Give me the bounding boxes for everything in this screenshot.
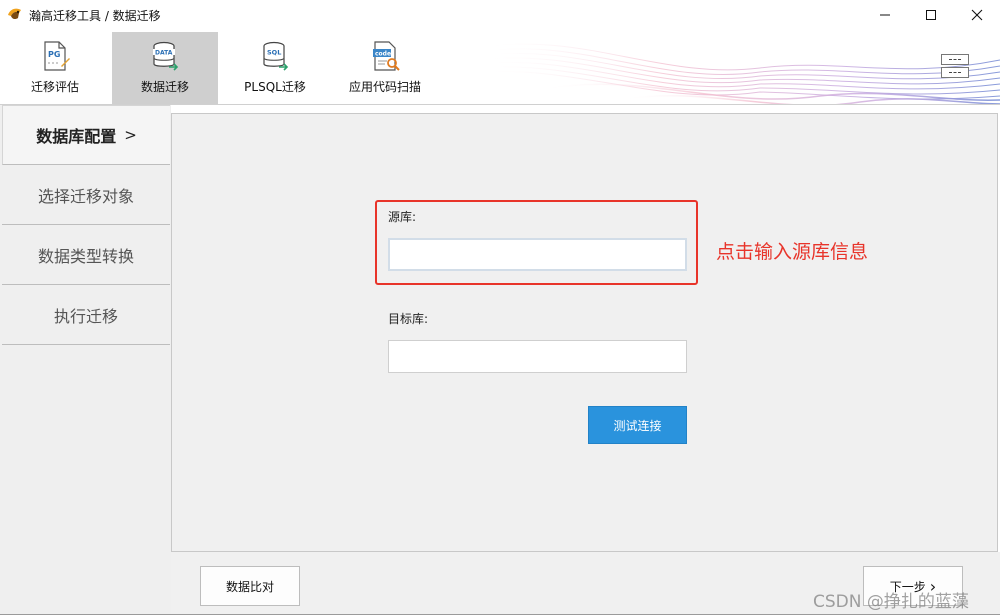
tool-plsql-migration[interactable]: SQL PLSQL迁移	[222, 32, 328, 104]
sidebar: 数据库配置 > 选择迁移对象 数据类型转换 执行迁移	[0, 105, 171, 615]
tool-data-migration[interactable]: DATA 数据迁移	[112, 32, 218, 104]
minimize-button[interactable]	[862, 0, 908, 30]
source-db-input[interactable]	[388, 238, 687, 271]
tool-label: 数据迁移	[140, 80, 189, 94]
menu-button-bottom[interactable]	[941, 67, 969, 78]
menu-lines-icon	[949, 72, 961, 73]
data-compare-button[interactable]: 数据比对	[200, 566, 300, 606]
sidebar-item-label: 数据类型转换	[37, 246, 134, 266]
maximize-button[interactable]	[908, 0, 954, 30]
svg-text:DATA: DATA	[155, 50, 173, 57]
sidebar-item-select-objects[interactable]: 选择迁移对象	[2, 165, 170, 225]
sidebar-item-label: 数据库配置	[36, 127, 117, 146]
svg-text:code: code	[375, 51, 391, 58]
close-button[interactable]	[954, 0, 1000, 30]
sql-database-icon: SQL	[263, 41, 289, 71]
annotation-text: 点击输入源库信息	[716, 241, 869, 263]
data-database-icon: DATA	[153, 41, 179, 71]
test-connection-button[interactable]: 测试连接	[588, 406, 687, 444]
minimize-icon	[880, 14, 890, 16]
target-db-input[interactable]	[388, 340, 687, 373]
svg-text:PG: PG	[48, 50, 60, 59]
sidebar-item-type-conversion[interactable]: 数据类型转换	[2, 225, 170, 285]
code-scan-icon: code	[373, 41, 400, 71]
chevron-right-icon: >	[124, 126, 137, 144]
close-icon	[971, 9, 983, 21]
window-title: 瀚高迁移工具 / 数据迁移	[29, 9, 161, 23]
title-bar: 瀚高迁移工具 / 数据迁移	[0, 0, 1000, 30]
sidebar-item-execute-migration[interactable]: 执行迁移	[2, 285, 170, 345]
tool-label: 应用代码扫描	[348, 80, 421, 94]
database-config-panel: 源库: 目标库: 测试连接	[171, 113, 998, 552]
toolbar: PG 迁移评估 DATA 数据迁移 SQL PLSQL迁移 code 应用代码扫…	[0, 30, 1000, 105]
menu-lines-icon	[949, 59, 961, 60]
sidebar-item-database-config[interactable]: 数据库配置 >	[2, 105, 170, 165]
app-logo-icon	[8, 8, 21, 20]
sidebar-item-label: 选择迁移对象	[37, 186, 134, 206]
watermark: CSDN @挣扎的蓝藻	[813, 592, 969, 612]
tool-label: 迁移评估	[30, 80, 79, 94]
sidebar-item-label: 执行迁移	[53, 306, 118, 326]
decorative-wave-banner	[479, 43, 1000, 105]
tool-migration-assessment[interactable]: PG 迁移评估	[2, 32, 108, 104]
pg-document-icon: PG	[44, 41, 70, 71]
tool-code-scan[interactable]: code 应用代码扫描	[332, 32, 438, 104]
target-db-label: 目标库:	[388, 312, 429, 326]
svg-text:SQL: SQL	[267, 49, 281, 57]
source-db-label: 源库:	[388, 210, 417, 224]
maximize-icon	[926, 10, 936, 20]
tool-label: PLSQL迁移	[244, 80, 306, 94]
menu-button-top[interactable]	[941, 54, 969, 65]
